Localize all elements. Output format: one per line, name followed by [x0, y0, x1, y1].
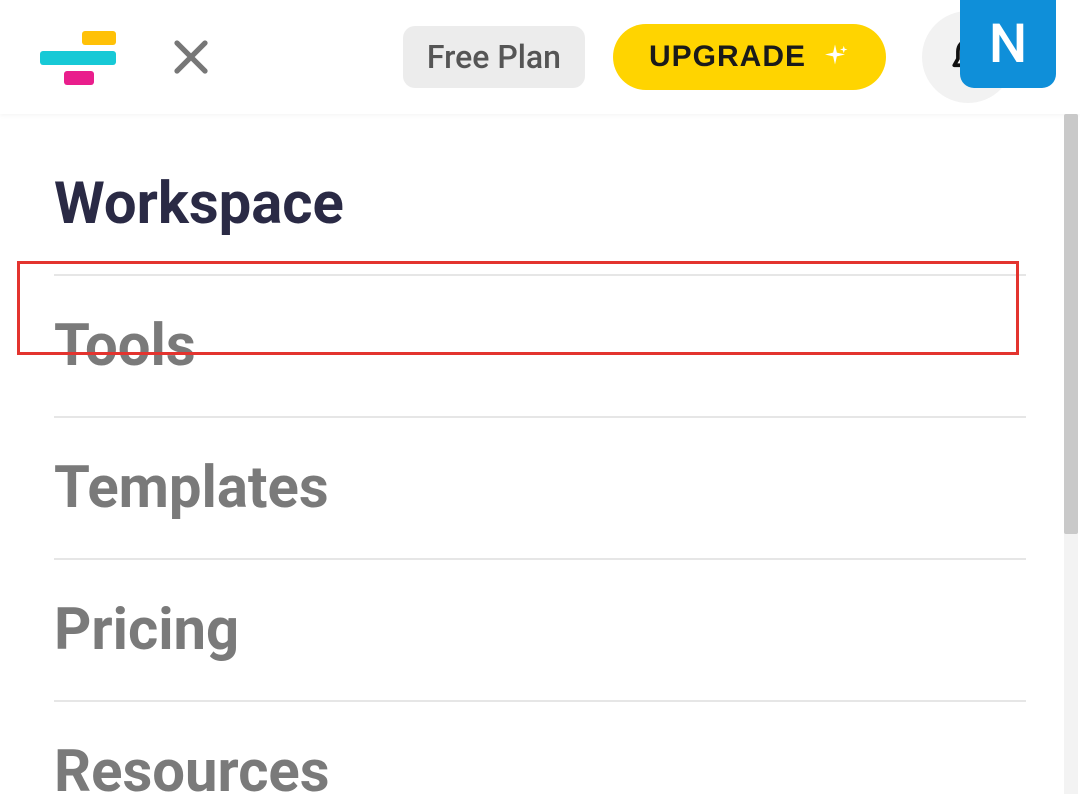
close-icon	[170, 36, 212, 78]
avatar-initial: N	[989, 13, 1027, 76]
menu-item-templates[interactable]: Templates	[54, 418, 1026, 560]
app-header: Free Plan UPGRADE N	[0, 0, 1080, 114]
scrollbar-thumb[interactable]	[1064, 114, 1078, 534]
menu-item-pricing[interactable]: Pricing	[54, 560, 1026, 702]
user-avatar[interactable]: N	[960, 0, 1056, 88]
plan-badge: Free Plan	[403, 26, 585, 88]
menu-scroll-area: Workspace Tools Templates Pricing Resour…	[0, 114, 1080, 794]
app-logo[interactable]	[40, 31, 116, 83]
menu-item-resources[interactable]: Resources	[54, 702, 1026, 794]
upgrade-button[interactable]: UPGRADE	[613, 24, 886, 90]
menu-item-tools[interactable]: Tools	[54, 276, 1026, 418]
main-menu: Workspace Tools Templates Pricing Resour…	[0, 114, 1080, 794]
upgrade-label: UPGRADE	[649, 40, 806, 74]
sparkle-icon	[820, 42, 850, 72]
close-menu-button[interactable]	[166, 32, 216, 82]
menu-item-workspace[interactable]: Workspace	[54, 134, 1026, 276]
